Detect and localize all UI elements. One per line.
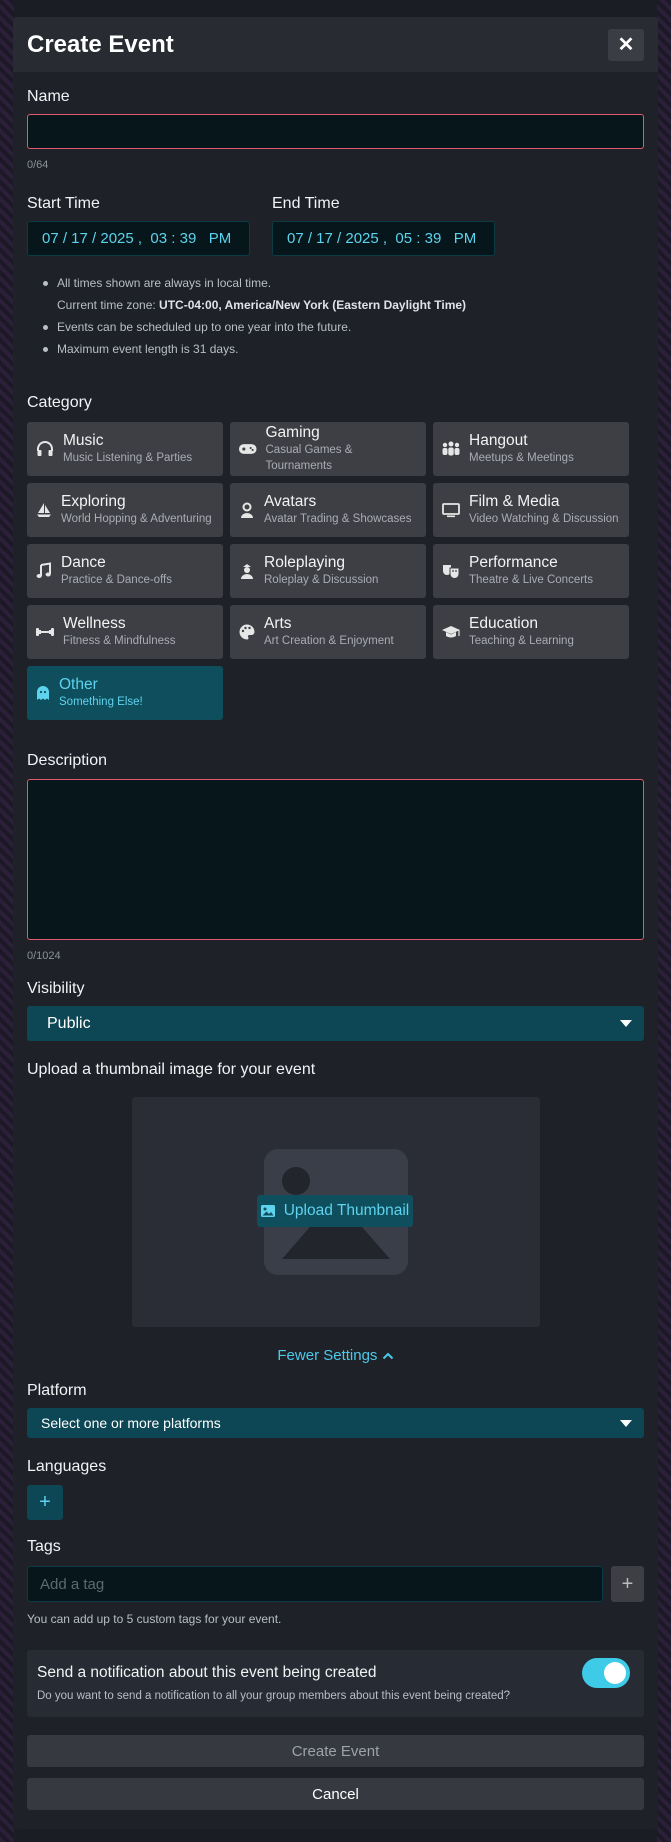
category-gaming[interactable]: Gaming Casual Games & Tournaments <box>230 422 426 476</box>
dialog-header: Create Event ✕ <box>13 17 658 72</box>
start-time-input[interactable]: 07 / 17 / 2025 , 03 : 39 PM <box>27 221 250 256</box>
add-tag-button[interactable]: + <box>611 1566 644 1602</box>
gamepad-icon <box>238 444 257 454</box>
ghost-icon <box>37 686 49 700</box>
time-notes: All times shown are always in local time… <box>27 272 644 360</box>
category-music[interactable]: Music Music Listening & Parties <box>27 422 223 476</box>
category-exploring[interactable]: Exploring World Hopping & Adventuring <box>27 483 223 537</box>
monitor-icon <box>442 503 460 518</box>
music-note-icon <box>36 562 51 578</box>
sailboat-icon <box>37 503 51 517</box>
background-left <box>0 0 14 1842</box>
start-time-value: 07 / 17 / 2025 , 03 : 39 PM <box>42 230 232 247</box>
category-dance[interactable]: Dance Practice & Dance-offs <box>27 544 223 598</box>
category-arts[interactable]: Arts Art Creation & Enjoyment <box>230 605 426 659</box>
end-time-label: End Time <box>272 195 340 212</box>
note-timezone: Current time zone: UTC-04:00, America/Ne… <box>57 298 467 312</box>
toggle-knob <box>604 1662 626 1684</box>
platform-placeholder: Select one or more platforms <box>41 1415 221 1431</box>
visibility-label: Visibility <box>27 980 85 997</box>
palette-icon <box>239 624 255 640</box>
name-counter: 0/64 <box>27 159 49 171</box>
start-time-label: Start Time <box>27 195 100 212</box>
description-label: Description <box>27 752 108 769</box>
dialog-title: Create Event <box>27 30 174 58</box>
notification-title: Send a notification about this event bei… <box>37 1664 377 1681</box>
platform-select[interactable]: Select one or more platforms <box>27 1408 644 1438</box>
plus-icon: + <box>621 1572 634 1595</box>
create-event-button[interactable]: Create Event <box>27 1735 644 1767</box>
cancel-button[interactable]: Cancel <box>27 1778 644 1810</box>
create-event-dialog: Create Event ✕ Name 0/64 Start Time 07 /… <box>13 17 658 1829</box>
chevron-down-icon <box>620 1020 632 1027</box>
note-local-time: All times shown are always in local time… <box>41 272 644 294</box>
note-schedule-limit: Events can be scheduled up to one year i… <box>41 316 644 338</box>
category-hangout[interactable]: Hangout Meetups & Meetings <box>433 422 629 476</box>
visibility-value: Public <box>47 1014 91 1032</box>
character-icon <box>241 564 253 579</box>
fewer-settings-toggle[interactable]: Fewer Settings <box>27 1347 644 1364</box>
category-wellness[interactable]: Wellness Fitness & Mindfulness <box>27 605 223 659</box>
thumbnail-dropzone[interactable]: Upload Thumbnail <box>131 1097 540 1327</box>
headphones-icon <box>37 441 53 456</box>
category-avatars[interactable]: Avatars Avatar Trading & Showcases <box>230 483 426 537</box>
tags-label: Tags <box>27 1538 61 1555</box>
close-icon: ✕ <box>617 34 635 56</box>
background-right <box>657 0 671 1842</box>
tags-help: You can add up to 5 custom tags for your… <box>27 1612 282 1626</box>
languages-label: Languages <box>27 1458 107 1475</box>
category-other[interactable]: Other Something Else! <box>27 666 223 720</box>
plus-icon: + <box>39 1491 51 1513</box>
chevron-down-icon <box>620 1419 632 1427</box>
tag-input[interactable]: Add a tag <box>27 1566 603 1602</box>
notification-toggle[interactable] <box>582 1658 630 1688</box>
end-time-group: End Time 07 / 17 / 2025 , 05 : 39 PM <box>272 195 495 256</box>
close-button[interactable]: ✕ <box>608 28 644 61</box>
name-input[interactable] <box>27 114 644 149</box>
chevron-up-icon <box>382 1352 393 1360</box>
description-counter: 0/1024 <box>27 950 61 962</box>
graduation-cap-icon <box>442 626 460 638</box>
note-max-length: Maximum event length is 31 days. <box>41 338 644 360</box>
image-icon <box>260 1205 275 1217</box>
category-education[interactable]: Education Teaching & Learning <box>433 605 629 659</box>
masks-icon <box>443 565 460 579</box>
add-language-button[interactable]: + <box>27 1485 63 1520</box>
visibility-select[interactable]: Public <box>27 1006 644 1041</box>
notification-panel: Send a notification about this event bei… <box>27 1650 644 1717</box>
dumbbell-icon <box>36 628 54 636</box>
platform-label: Platform <box>27 1382 87 1399</box>
end-time-input[interactable]: 07 / 17 / 2025 , 05 : 39 PM <box>272 221 495 256</box>
end-time-value: 07 / 17 / 2025 , 05 : 39 PM <box>287 230 477 247</box>
timezone-value: UTC-04:00, America/New York (Eastern Day… <box>159 298 467 312</box>
user-icon <box>241 502 253 518</box>
category-label: Category <box>27 394 92 411</box>
people-icon <box>442 441 460 456</box>
description-textarea[interactable] <box>27 779 644 940</box>
name-label: Name <box>27 88 70 105</box>
category-grid: Music Music Listening & Parties Gaming Cas… <box>27 422 644 720</box>
start-time-group: Start Time 07 / 17 / 2025 , 03 : 39 PM <box>27 195 250 256</box>
thumbnail-label: Upload a thumbnail image for your event <box>27 1061 316 1078</box>
category-film-media[interactable]: Film & Media Video Watching & Discussion <box>433 483 629 537</box>
category-performance[interactable]: Performance Theatre & Live Concerts <box>433 544 629 598</box>
upload-thumbnail-button[interactable]: Upload Thumbnail <box>256 1195 413 1227</box>
notification-description: Do you want to send a notification to al… <box>37 1690 511 1702</box>
category-roleplaying[interactable]: Roleplaying Roleplay & Discussion <box>230 544 426 598</box>
